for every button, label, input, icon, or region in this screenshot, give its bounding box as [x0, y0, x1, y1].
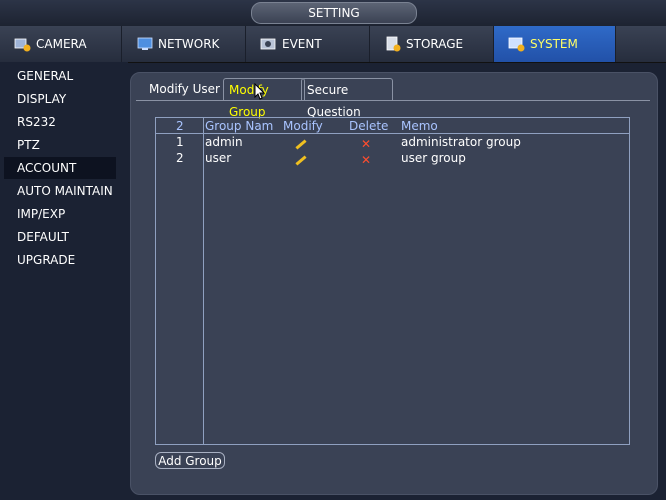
header-memo[interactable]: Memo: [401, 119, 438, 133]
sidebar-item-general[interactable]: GENERAL: [4, 65, 116, 87]
row-index: 1: [176, 135, 184, 149]
tab-label: STORAGE: [406, 37, 464, 51]
row-memo: user group: [401, 151, 466, 165]
tab-storage[interactable]: STORAGE: [370, 26, 494, 62]
header-modify[interactable]: Modify: [283, 119, 323, 133]
sidebar-item-imp-exp[interactable]: IMP/EXP: [4, 203, 116, 225]
tab-event[interactable]: EVENT: [246, 26, 370, 62]
header-delete[interactable]: Delete: [349, 119, 388, 133]
row-group-name: user: [205, 151, 232, 165]
sidebar-item-ptz[interactable]: PTZ: [4, 134, 116, 156]
sidebar-item-rs232[interactable]: RS232: [4, 111, 116, 133]
tab-modify-user[interactable]: Modify User: [144, 78, 225, 100]
tab-label: NETWORK: [158, 37, 220, 51]
sidebar-item-upgrade[interactable]: UPGRADE: [4, 249, 116, 271]
storage-icon: [384, 36, 402, 52]
tab-divider: [136, 100, 650, 101]
event-icon: [260, 36, 278, 52]
tab-label: SYSTEM: [530, 37, 578, 51]
group-table: 2 Group Nam Modify Delete Memo 1 admin ✕…: [155, 117, 630, 445]
tab-camera[interactable]: CAMERA: [0, 26, 122, 62]
top-nav: CAMERA NETWORK EVENT STORAGE SYSTEM: [0, 26, 666, 63]
sidebar-item-display[interactable]: DISPLAY: [4, 88, 116, 110]
tab-network[interactable]: NETWORK: [122, 26, 246, 62]
tab-system[interactable]: SYSTEM: [494, 26, 616, 62]
header-count: 2: [176, 119, 184, 133]
system-icon: [508, 36, 526, 52]
add-group-button[interactable]: Add Group: [155, 452, 225, 469]
sidebar: GENERAL DISPLAY RS232 PTZ ACCOUNT AUTO M…: [0, 62, 128, 500]
title-bar: SETTING: [0, 0, 666, 26]
row-memo: administrator group: [401, 135, 521, 149]
window-title: SETTING: [251, 2, 417, 24]
sidebar-item-auto-maintain[interactable]: AUTO MAINTAIN: [4, 180, 116, 202]
delete-icon[interactable]: ✕: [361, 138, 371, 150]
modify-icon[interactable]: [295, 155, 307, 166]
header-divider: [156, 133, 629, 134]
delete-icon[interactable]: ✕: [361, 154, 371, 166]
network-icon: [136, 36, 154, 52]
sidebar-item-account[interactable]: ACCOUNT: [4, 157, 116, 179]
tab-label: EVENT: [282, 37, 322, 51]
column-divider: [203, 118, 204, 444]
header-group-name[interactable]: Group Nam: [205, 119, 273, 133]
tab-secure-question[interactable]: Secure Question: [301, 78, 393, 119]
tab-label: CAMERA: [36, 37, 87, 51]
modify-icon[interactable]: [295, 139, 307, 150]
sidebar-item-default[interactable]: DEFAULT: [4, 226, 116, 248]
row-index: 2: [176, 151, 184, 165]
camera-icon: [14, 36, 32, 52]
row-group-name: admin: [205, 135, 243, 149]
